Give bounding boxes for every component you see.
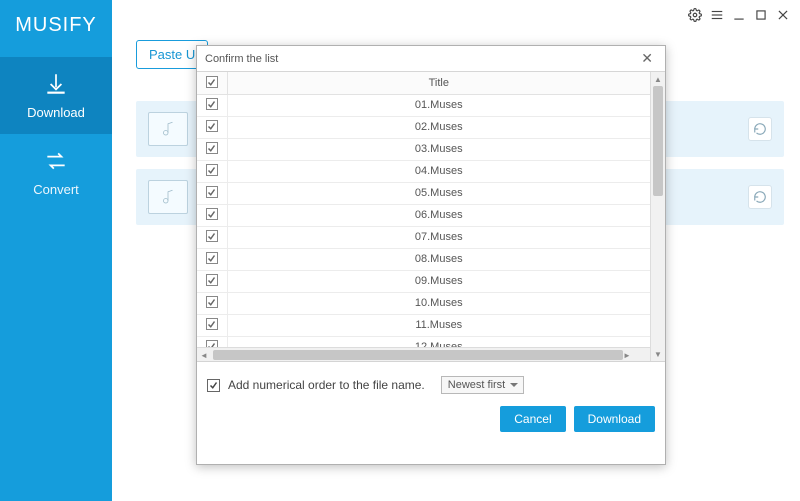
add-numerical-checkbox[interactable] (207, 379, 220, 392)
track-list: Title 01.Muses02.Muses03.Muses04.Muses05… (197, 72, 650, 361)
refresh-button[interactable] (748, 185, 772, 209)
scroll-right-arrow-icon[interactable]: ► (620, 348, 634, 361)
dialog-title: Confirm the list (205, 53, 278, 65)
track-row[interactable]: 09.Muses (197, 270, 650, 292)
app-brand: MUSIFY (15, 14, 97, 37)
track-checkbox[interactable] (206, 274, 218, 286)
column-header-title: Title (227, 72, 650, 94)
track-row[interactable]: 12.Muses (197, 336, 650, 347)
gear-icon[interactable] (688, 8, 702, 22)
track-checkbox[interactable] (206, 318, 218, 330)
track-title: 01.Muses (227, 94, 650, 116)
download-button[interactable]: Download (574, 406, 655, 432)
music-thumb-icon (148, 112, 188, 146)
track-checkbox[interactable] (206, 98, 218, 110)
scroll-left-arrow-icon[interactable]: ◄ (197, 348, 211, 361)
track-row[interactable]: 02.Muses (197, 116, 650, 138)
maximize-icon[interactable] (754, 8, 768, 22)
window-controls (688, 8, 790, 22)
music-thumb-icon (148, 180, 188, 214)
track-checkbox[interactable] (206, 296, 218, 308)
track-checkbox[interactable] (206, 186, 218, 198)
track-title: 02.Muses (227, 116, 650, 138)
track-title: 04.Muses (227, 160, 650, 182)
options-row: Add numerical order to the file name. Ne… (197, 362, 665, 400)
close-icon[interactable] (776, 8, 790, 22)
sidebar-item-label: Download (27, 105, 85, 120)
track-row[interactable]: 08.Muses (197, 248, 650, 270)
select-all-header[interactable] (197, 72, 227, 94)
refresh-button[interactable] (748, 117, 772, 141)
track-row[interactable]: 10.Muses (197, 292, 650, 314)
sidebar-item-convert[interactable]: Convert (0, 134, 112, 211)
track-row[interactable]: 03.Muses (197, 138, 650, 160)
horizontal-scrollbar[interactable]: ◄ ► (197, 347, 650, 361)
track-title: 07.Muses (227, 226, 650, 248)
scroll-up-arrow-icon[interactable]: ▲ (651, 72, 665, 86)
track-row[interactable]: 06.Muses (197, 204, 650, 226)
sidebar-item-label: Convert (33, 182, 79, 197)
vertical-scrollbar[interactable]: ▲ ▼ (650, 72, 665, 361)
track-title: 03.Muses (227, 138, 650, 160)
track-row[interactable]: 05.Muses (197, 182, 650, 204)
track-title: 11.Muses (227, 314, 650, 336)
confirm-list-dialog: Confirm the list ✕ Title 01.Muses02.Mus (196, 45, 666, 465)
track-title: 10.Muses (227, 292, 650, 314)
minimize-icon[interactable] (732, 8, 746, 22)
dialog-titlebar: Confirm the list ✕ (197, 46, 665, 72)
sidebar-item-download[interactable]: Download (0, 57, 112, 134)
scroll-thumb[interactable] (213, 350, 623, 360)
track-row[interactable]: 01.Muses (197, 94, 650, 116)
track-title: 09.Muses (227, 270, 650, 292)
add-numerical-label: Add numerical order to the file name. (228, 378, 425, 392)
track-title: 08.Muses (227, 248, 650, 270)
track-checkbox[interactable] (206, 120, 218, 132)
track-row[interactable]: 04.Muses (197, 160, 650, 182)
menu-icon[interactable] (710, 8, 724, 22)
sort-select[interactable]: Newest first (441, 376, 524, 394)
checkbox-icon[interactable] (206, 76, 218, 88)
track-checkbox[interactable] (206, 164, 218, 176)
track-title: 06.Muses (227, 204, 650, 226)
track-checkbox[interactable] (206, 252, 218, 264)
scroll-thumb[interactable] (653, 86, 663, 196)
track-title: 05.Muses (227, 182, 650, 204)
track-title: 12.Muses (227, 336, 650, 347)
sidebar: MUSIFY Download Convert (0, 0, 112, 501)
dialog-close-icon[interactable]: ✕ (637, 50, 657, 67)
track-checkbox[interactable] (206, 208, 218, 220)
track-row[interactable]: 07.Muses (197, 226, 650, 248)
track-row[interactable]: 11.Muses (197, 314, 650, 336)
track-checkbox[interactable] (206, 230, 218, 242)
cancel-button[interactable]: Cancel (500, 406, 565, 432)
scroll-down-arrow-icon[interactable]: ▼ (651, 347, 665, 361)
track-checkbox[interactable] (206, 142, 218, 154)
track-checkbox[interactable] (206, 340, 218, 347)
